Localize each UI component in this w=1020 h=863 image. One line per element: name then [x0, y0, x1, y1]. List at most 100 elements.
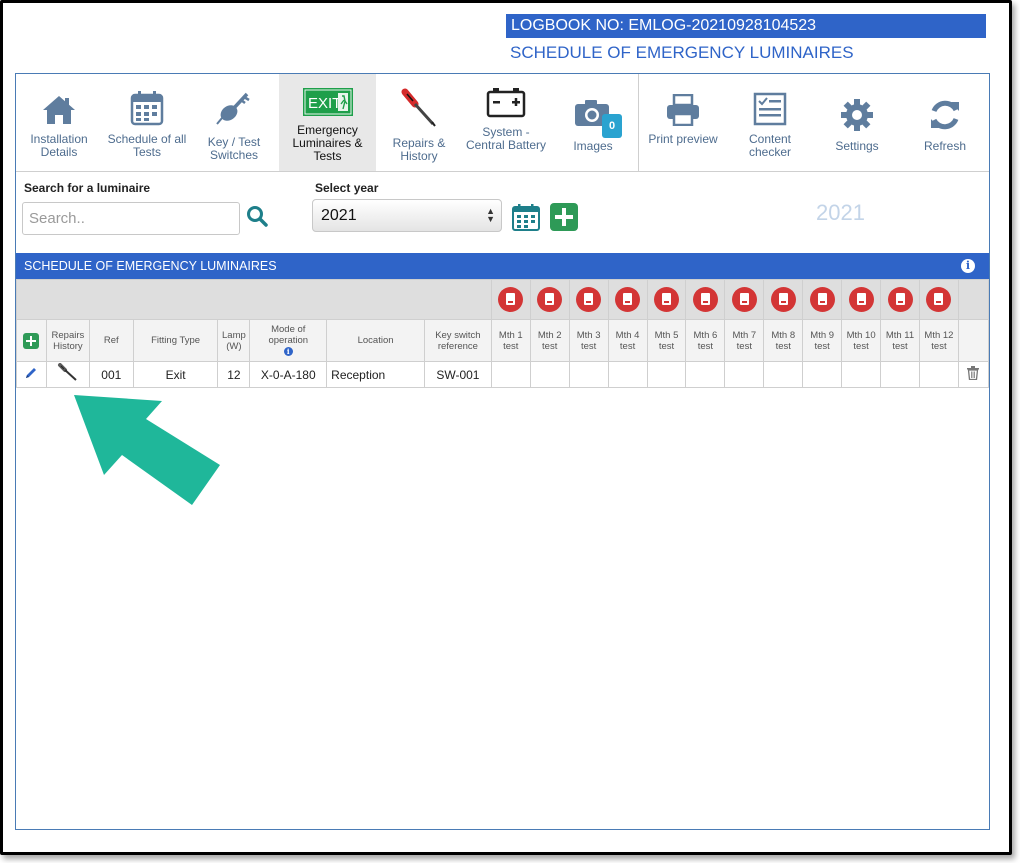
col-month-12: Mth 12 test: [918, 319, 959, 362]
toolbar-label: Schedule of all Tests: [107, 132, 187, 159]
edit-cell[interactable]: [16, 361, 47, 388]
toolbar-images[interactable]: 0 Images: [552, 74, 634, 171]
col-month-9: Mth 9 test: [802, 319, 843, 362]
col-location: Location: [326, 319, 425, 362]
repairs-cell[interactable]: [45, 361, 90, 388]
toolbar-label: Settings: [835, 139, 879, 153]
cell-month-3[interactable]: [568, 361, 609, 388]
month-pdf-10[interactable]: [841, 279, 882, 320]
table-header-row: Repairs History Ref Fitting Type Lamp (W…: [16, 319, 990, 362]
cell-month-9[interactable]: [802, 361, 843, 388]
calendar-button-icon[interactable]: [512, 203, 540, 236]
pdf-icon[interactable]: [848, 287, 874, 312]
toolbar: Installation Details Schedule of all Tes…: [16, 74, 989, 172]
info-icon[interactable]: i: [961, 259, 975, 273]
col-lamp: Lamp (W): [217, 319, 251, 362]
year-select-value: 2021: [321, 207, 357, 224]
cell-month-7[interactable]: [724, 361, 765, 388]
pdf-icon[interactable]: [809, 287, 835, 312]
toolbar-repairs-history[interactable]: Repairs & History: [378, 74, 460, 171]
month-pdf-2[interactable]: [529, 279, 570, 320]
page-title: SCHEDULE OF EMERGENCY LUMINAIRES: [510, 43, 854, 62]
cell-month-8[interactable]: [763, 361, 804, 388]
cell-month-2[interactable]: [529, 361, 570, 388]
pdf-icon[interactable]: [926, 287, 952, 312]
col-key-switch: Key switch reference: [423, 319, 492, 362]
toolbar-schedule-of-tests[interactable]: Schedule of all Tests: [106, 74, 188, 171]
search-input[interactable]: [22, 202, 240, 235]
toolbar-central-battery[interactable]: System - Central Battery: [464, 74, 548, 171]
toolbar-settings[interactable]: Settings: [816, 74, 898, 171]
delete-cell[interactable]: [957, 361, 990, 388]
pdf-icon[interactable]: [615, 287, 641, 312]
pdf-icon[interactable]: [887, 287, 913, 312]
cell-month-10[interactable]: [841, 361, 882, 388]
checklist-icon: [753, 92, 787, 129]
toolbar-divider: [638, 74, 639, 171]
cell-key-switch: SW-001: [423, 361, 492, 388]
month-pdf-11[interactable]: [880, 279, 920, 320]
month-pdf-12[interactable]: [918, 279, 959, 320]
add-row-button[interactable]: [16, 319, 47, 362]
cell-month-5[interactable]: [646, 361, 687, 388]
col-month-4: Mth 4 test: [607, 319, 648, 362]
month-pdf-6[interactable]: [685, 279, 726, 320]
mode-info-icon[interactable]: i: [283, 347, 293, 356]
col-month-5: Mth 5 test: [646, 319, 687, 362]
col-month-8: Mth 8 test: [763, 319, 804, 362]
refresh-icon: [928, 98, 962, 135]
pdf-icon[interactable]: [576, 287, 602, 312]
year-select[interactable]: 2021 ▲ ▼: [312, 199, 502, 232]
col-month-1: Mth 1 test: [490, 319, 531, 362]
pdf-icon[interactable]: [653, 287, 679, 312]
col-month-6: Mth 6 test: [685, 319, 726, 362]
luminaire-table: Repairs History Ref Fitting Type Lamp (W…: [16, 279, 990, 388]
cell-month-6[interactable]: [685, 361, 726, 388]
month-pdf-5[interactable]: [646, 279, 687, 320]
col-repairs-history: Repairs History: [45, 319, 90, 362]
toolbar-emergency-luminaires[interactable]: EXIT Emergency Luminaires & Tests: [279, 74, 376, 171]
cell-mode: X-0-A-180: [249, 361, 328, 388]
month-pdf-8[interactable]: [763, 279, 804, 320]
toolbar-key-test-switches[interactable]: Key / Test Switches: [192, 74, 276, 171]
schedule-title: SCHEDULE OF EMERGENCY LUMINAIRES: [24, 259, 277, 273]
select-arrows-icon: ▲ ▼: [486, 206, 495, 224]
screwdriver-icon[interactable]: [57, 363, 79, 386]
pdf-icon[interactable]: [692, 287, 718, 312]
plus-icon[interactable]: [23, 332, 40, 349]
toolbar-label: Refresh: [923, 139, 967, 153]
pdf-icon[interactable]: [770, 287, 796, 312]
cell-lamp: 12: [217, 361, 251, 388]
add-year-button[interactable]: [550, 203, 578, 236]
toolbar-installation-details[interactable]: Installation Details: [16, 74, 102, 171]
search-icon[interactable]: [246, 205, 268, 232]
month-pdf-7[interactable]: [724, 279, 765, 320]
col-month-2: Mth 2 test: [529, 319, 570, 362]
cell-month-4[interactable]: [607, 361, 648, 388]
pencil-icon[interactable]: [24, 368, 38, 383]
toolbar-label: System - Central Battery: [465, 125, 547, 152]
pdf-row: [16, 279, 990, 320]
pdf-row-end: [957, 279, 990, 320]
cell-month-12[interactable]: [918, 361, 959, 388]
toolbar-print-preview[interactable]: Print preview: [642, 74, 724, 171]
month-pdf-4[interactable]: [607, 279, 648, 320]
toolbar-label: Emergency Luminaires & Tests: [292, 123, 363, 163]
table-row: 001 Exit 12 X-0-A-180 Reception SW-001: [16, 361, 990, 388]
month-pdf-9[interactable]: [802, 279, 843, 320]
pdf-icon[interactable]: [731, 287, 757, 312]
cell-month-1[interactable]: [490, 361, 531, 388]
month-pdf-1[interactable]: [490, 279, 531, 320]
toolbar-refresh[interactable]: Refresh: [902, 74, 988, 171]
month-pdf-3[interactable]: [568, 279, 609, 320]
trash-icon[interactable]: [967, 366, 980, 383]
col-fitting-type: Fitting Type: [132, 319, 219, 362]
toolbar-content-checker[interactable]: Content checker: [728, 74, 812, 171]
cell-ref: 001: [88, 361, 134, 388]
pdf-icon[interactable]: [498, 287, 524, 312]
pdf-icon[interactable]: [537, 287, 563, 312]
cell-month-11[interactable]: [880, 361, 920, 388]
gear-icon: [840, 98, 874, 135]
key-switch-icon: [214, 88, 254, 131]
col-month-3: Mth 3 test: [568, 319, 609, 362]
